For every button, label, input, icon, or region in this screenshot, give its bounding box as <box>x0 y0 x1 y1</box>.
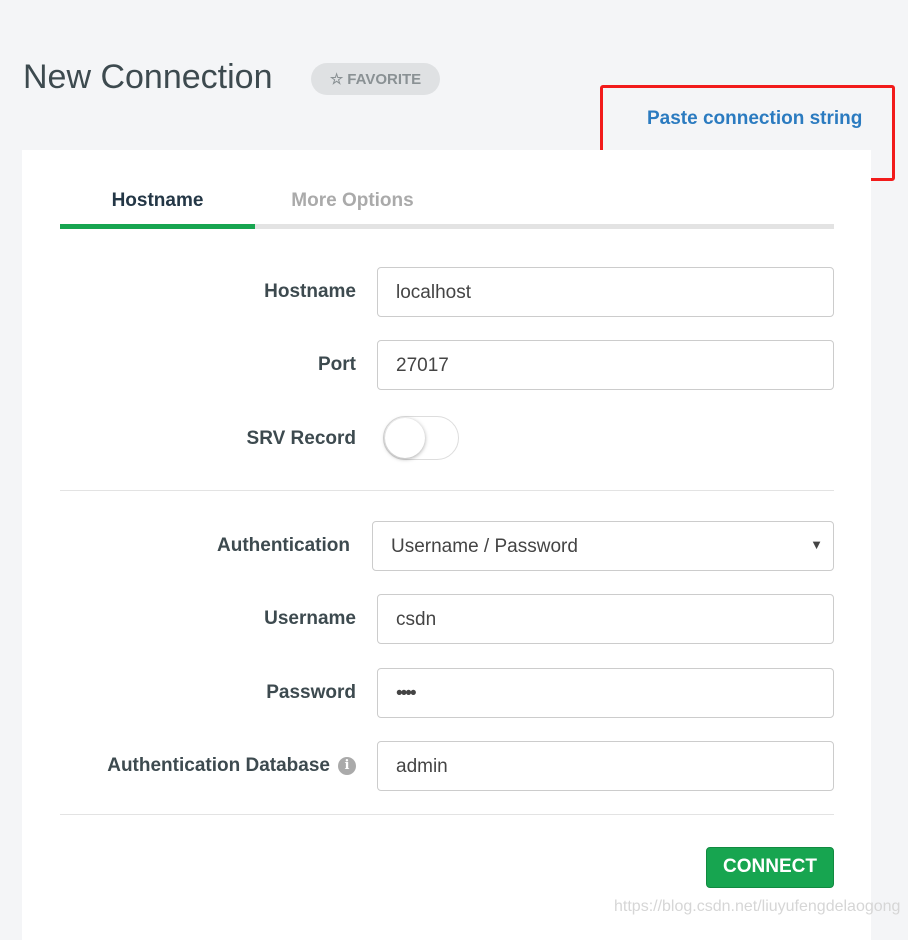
auth-db-input[interactable]: admin <box>377 741 834 791</box>
srv-label: SRV Record <box>246 428 356 449</box>
hostname-row: Hostname localhost <box>22 267 834 317</box>
hostname-label: Hostname <box>264 281 356 302</box>
password-row: Password •••• <box>22 668 834 718</box>
toggle-knob <box>385 418 425 458</box>
page-title: New Connection <box>23 58 273 96</box>
info-icon[interactable]: i <box>338 757 356 775</box>
watermark: https://blog.csdn.net/liuyufengdelaogong <box>614 898 901 915</box>
tab-hostname[interactable]: Hostname <box>60 187 255 229</box>
star-icon: ☆ <box>329 71 344 88</box>
connection-form-card: Hostname More Options Hostname localhost… <box>22 150 871 940</box>
password-label: Password <box>266 682 356 703</box>
auth-db-label: Authentication Database i <box>107 755 356 777</box>
port-row: Port 27017 <box>22 340 834 390</box>
port-label: Port <box>318 354 356 375</box>
tab-bar: Hostname More Options <box>60 187 834 229</box>
authentication-select[interactable]: Username / Password ▼ <box>372 521 834 571</box>
divider <box>60 814 834 815</box>
tab-more-options[interactable]: More Options <box>255 187 450 224</box>
password-input[interactable]: •••• <box>377 668 834 718</box>
auth-db-row: Authentication Database i admin <box>22 741 834 791</box>
connect-button[interactable]: CONNECT <box>706 847 834 888</box>
authentication-value: Username / Password <box>391 536 578 557</box>
authentication-label: Authentication <box>217 535 350 556</box>
auth-db-label-text: Authentication Database <box>107 755 330 776</box>
username-input[interactable]: csdn <box>377 594 834 644</box>
favorite-button[interactable]: ☆ FAVORITE <box>311 63 440 95</box>
username-row: Username csdn <box>22 594 834 644</box>
srv-row: SRV Record <box>22 414 834 464</box>
authentication-row: Authentication Username / Password ▼ <box>22 521 834 571</box>
username-label: Username <box>264 608 356 629</box>
caret-down-icon: ▼ <box>810 537 823 552</box>
divider <box>60 490 834 491</box>
favorite-label: FAVORITE <box>347 70 422 88</box>
srv-toggle[interactable] <box>383 416 459 460</box>
hostname-input[interactable]: localhost <box>377 267 834 317</box>
port-input[interactable]: 27017 <box>377 340 834 390</box>
